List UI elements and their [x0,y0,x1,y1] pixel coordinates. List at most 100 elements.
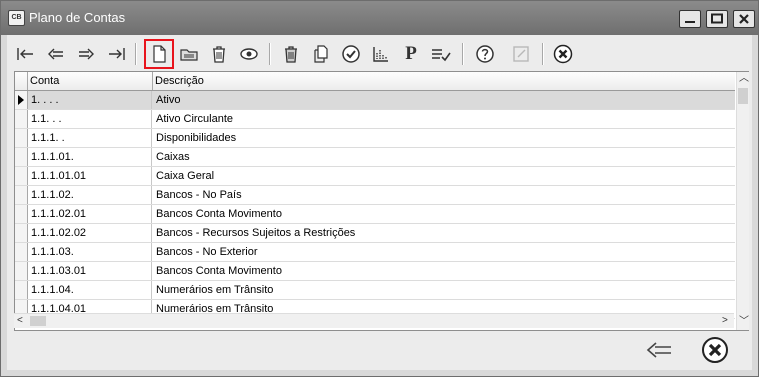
delete-button[interactable] [206,41,232,67]
table-row[interactable]: 1.1.1.01. Caixas [15,148,735,167]
back-arrow-icon [646,342,671,358]
cell-descricao[interactable]: Bancos - Recursos Sujeitos a Restrições [153,224,735,242]
table-row[interactable]: 1.1.1. . Disponibilidades [15,129,735,148]
maximize-button[interactable] [706,10,728,28]
row-indicator[interactable] [15,167,28,185]
table-row[interactable]: 1.1. . . Ativo Circulante [15,110,735,129]
open-folder-icon [180,49,198,61]
cell-conta[interactable]: 1.1. . . [28,110,152,128]
view-button[interactable] [236,41,262,67]
row-indicator[interactable] [15,110,28,128]
table-row[interactable]: 1.1.1.02.01 Bancos Conta Movimento [15,205,735,224]
table-row[interactable]: 1.1.1.01.01 Caixa Geral [15,167,735,186]
confirm-button[interactable] [338,41,364,67]
scroll-right-icon[interactable]: > [722,315,728,327]
first-record-button[interactable] [13,41,39,67]
last-record-button[interactable] [103,41,129,67]
minimize-icon [685,21,695,23]
close-button[interactable] [550,41,576,67]
close-window-button[interactable] [733,10,755,28]
row-indicator[interactable] [15,186,28,204]
cell-descricao[interactable]: Bancos - No Exterior [153,243,735,261]
cell-descricao[interactable]: Numerários em Trânsito [153,281,735,299]
p-button[interactable]: P [398,41,424,67]
cell-conta[interactable]: 1.1.1.04. [28,281,152,299]
cell-descricao[interactable]: Bancos - No País [153,186,735,204]
cell-conta[interactable]: 1.1.1.03.01 [28,262,152,280]
row-indicator[interactable] [15,129,28,147]
copy-document-icon [314,45,328,63]
table-row[interactable]: 1. . . . Ativo [15,91,735,110]
new-button[interactable] [144,39,174,69]
cell-conta[interactable]: 1.1.1.02.02 [28,224,152,242]
app-icon: CB [8,10,25,26]
last-icon [109,48,125,60]
remove-button[interactable] [278,41,304,67]
cell-descricao[interactable]: Caixa Geral [153,167,735,185]
minimize-button[interactable] [679,10,701,28]
row-indicator[interactable] [15,91,28,109]
table-row[interactable]: 1.1.1.03. Bancos - No Exterior [15,243,735,262]
previous-record-button[interactable] [43,41,69,67]
scroll-down-icon[interactable]: ﹀ [739,316,749,328]
scroll-left-icon[interactable]: < [17,315,23,327]
row-indicator[interactable] [15,281,28,299]
row-indicator[interactable] [15,224,28,242]
cell-descricao[interactable]: Disponibilidades [153,129,735,147]
open-button[interactable] [176,41,202,67]
edit-button[interactable] [508,41,534,67]
row-indicator[interactable] [15,243,28,261]
cell-descricao[interactable]: Caixas [153,148,735,166]
window: CB Plano de Contas P Conta Descrição 1. … [0,0,759,377]
accounts-grid[interactable]: Conta Descrição 1. . . . Ativo 1.1. . . Ati… [14,71,749,331]
close-circle-icon [553,44,573,64]
cell-conta[interactable]: 1.1.1.01.01 [28,167,152,185]
cell-conta[interactable]: 1. . . . [28,91,152,109]
window-title: Plano de Contas [29,10,126,25]
new-document-icon [153,45,166,63]
back-button[interactable] [644,335,674,365]
row-indicator[interactable] [15,205,28,223]
next-record-button[interactable] [73,41,99,67]
chart-button[interactable] [368,41,394,67]
next-icon [79,48,94,60]
cell-descricao[interactable]: Ativo Circulante [153,110,735,128]
footer-close-button[interactable] [700,335,730,365]
cell-conta[interactable]: 1.1.1.03. [28,243,152,261]
table-row[interactable]: 1.1.1.03.01 Bancos Conta Movimento [15,262,735,281]
horizontal-scrollbar[interactable]: < > [14,313,734,328]
vertical-scrollbar[interactable]: ︿ ﹀ [736,72,749,330]
delete-document-icon [285,46,297,63]
cell-descricao[interactable]: Bancos Conta Movimento [153,205,735,223]
help-button[interactable] [472,41,498,67]
view-eye-icon [240,48,258,60]
column-header-descricao[interactable]: Descrição [153,72,735,90]
scroll-up-icon[interactable]: ︿ [739,73,749,85]
maximize-icon [711,13,723,24]
trash-icon [213,46,225,63]
cell-conta[interactable]: 1.1.1.02.01 [28,205,152,223]
title-bar[interactable]: CB Plano de Contas [1,1,758,35]
close-icon [739,14,749,24]
cell-descricao[interactable]: Ativo [153,91,735,109]
row-indicator[interactable] [15,148,28,166]
cell-descricao[interactable]: Bancos Conta Movimento [153,262,735,280]
vertical-scroll-thumb[interactable] [738,88,748,104]
close-circle-icon [702,337,728,363]
column-header-conta[interactable]: Conta [28,72,153,90]
table-row[interactable]: 1.1.1.02. Bancos - No País [15,186,735,205]
previous-icon [48,48,63,60]
content-area: P Conta Descrição 1. . . . Ativo 1.1. . … [7,35,752,370]
cell-conta[interactable]: 1.1.1. . [28,129,152,147]
check-circle-icon [342,45,360,63]
cell-conta[interactable]: 1.1.1.02. [28,186,152,204]
table-row[interactable]: 1.1.1.04. Numerários em Trânsito [15,281,735,300]
table-row[interactable]: 1.1.1.02.02 Bancos - Recursos Sujeitos a … [15,224,735,243]
list-check-button[interactable] [428,41,454,67]
cell-conta[interactable]: 1.1.1.01. [28,148,152,166]
row-indicator[interactable] [15,262,28,280]
horizontal-scroll-thumb[interactable] [30,316,46,326]
copy-button[interactable] [308,41,334,67]
toolbar: P [11,39,748,71]
p-label: P [405,43,417,64]
